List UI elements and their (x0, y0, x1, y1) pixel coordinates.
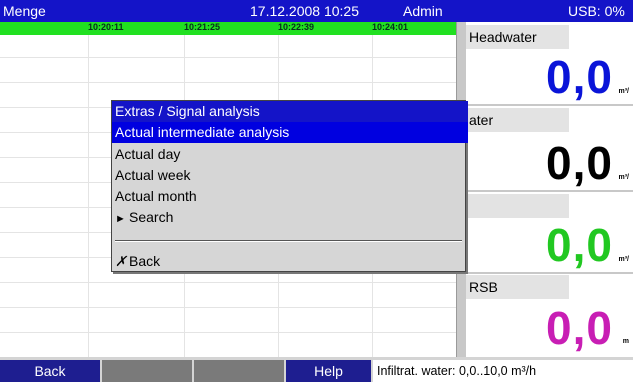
menu-title: Extras / Signal analysis (112, 101, 468, 122)
channel-label: RSB (466, 275, 569, 299)
softkey-2[interactable] (102, 360, 192, 382)
time-label: 10:22:39 (278, 22, 315, 32)
menu-item-search[interactable]: ► Search (112, 207, 468, 228)
menu-item-label: Actual week (115, 167, 191, 183)
channel-unit: m³/ (618, 256, 630, 263)
usb-status: USB: 0% (568, 3, 625, 19)
menu-item-label: Actual month (115, 188, 197, 204)
channel-label: Headwater (466, 25, 569, 49)
menu-item-label: Actual day (115, 146, 181, 162)
menu-item-actual-day[interactable]: Actual day (112, 144, 468, 165)
grid-line (88, 35, 89, 357)
submenu-arrow-icon: ► (115, 213, 126, 225)
channel-divider (466, 104, 633, 106)
softkey-3[interactable] (194, 360, 284, 382)
menu-item-actual-week[interactable]: Actual week (112, 165, 468, 186)
grid-line (0, 82, 456, 83)
user-name: Admin (403, 3, 443, 19)
menu-item-actual-intermediate-analysis[interactable]: Actual intermediate analysis (112, 122, 468, 143)
date-time: 17.12.2008 10:25 (250, 3, 359, 19)
channel-unit: m³/ (618, 174, 630, 181)
time-label: 10:20:11 (88, 22, 124, 32)
channel-divider (466, 190, 633, 192)
channel-unit: m (622, 338, 629, 345)
channel-value: 0,0 (546, 51, 613, 103)
channel-value: 0,0 (546, 137, 613, 189)
channel-value-panel: Headwater 0,0 m³/ ater 0,0 m³/ 0,0 m³/ R… (466, 22, 633, 357)
status-line: Infiltrat. water: 0,0..10,0 m³/h (373, 360, 633, 382)
signal-analysis-menu: Extras / Signal analysis Actual intermed… (111, 100, 468, 272)
help-softkey[interactable]: Help (286, 360, 371, 382)
grid-line (0, 307, 456, 308)
menu-item-label: Back (129, 253, 161, 269)
menu-item-actual-month[interactable]: Actual month (112, 186, 468, 207)
channel-label (466, 194, 569, 218)
time-label: 10:21:25 (184, 22, 221, 32)
back-softkey[interactable]: Back (0, 360, 100, 382)
menu-item-back[interactable]: ✗ Back (112, 251, 468, 272)
top-status-bar: Menge 17.12.2008 10:25 Admin USB: 0% (0, 0, 633, 22)
grid-line (0, 282, 456, 283)
channel-unit: m³/ (618, 88, 630, 95)
channel-label: ater (466, 108, 569, 132)
time-label: 10:24:01 (372, 22, 409, 32)
channel-name: Menge (3, 3, 46, 19)
menu-item-label: Search (129, 209, 174, 225)
cross-icon: ✗ (115, 253, 127, 269)
softkey-bar: Back Help Infiltrat. water: 0,0..10,0 m³… (0, 357, 633, 382)
channel-divider (466, 272, 633, 274)
channel-value: 0,0 (546, 219, 613, 271)
channel-value: 0,0 (546, 302, 613, 354)
grid-line (0, 332, 456, 333)
menu-divider (115, 240, 462, 242)
time-axis: 10:20:11 10:21:25 10:22:39 10:24:01 (0, 22, 456, 35)
grid-line (0, 57, 456, 58)
menu-item-label: Actual intermediate analysis (115, 124, 290, 140)
